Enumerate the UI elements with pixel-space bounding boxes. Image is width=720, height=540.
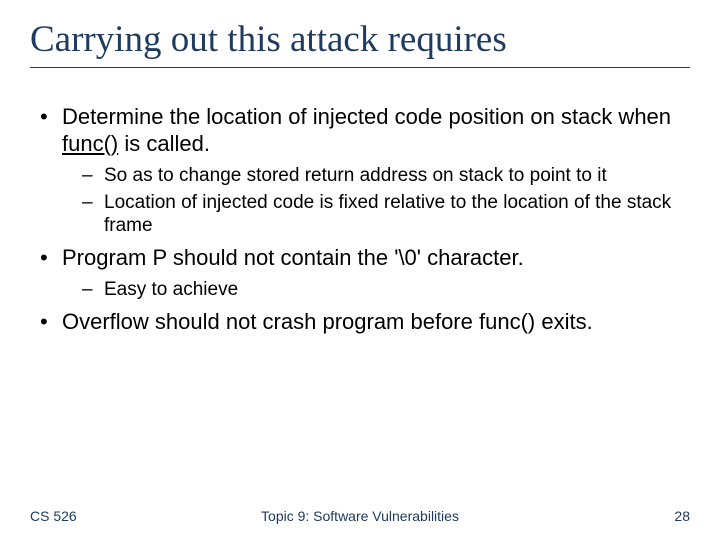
footer-left: CS 526 — [30, 508, 77, 524]
sub-list: So as to change stored return address on… — [62, 164, 690, 238]
bullet-item: Determine the location of injected code … — [34, 104, 690, 237]
bullet-text: Overflow should not crash program before… — [62, 309, 593, 334]
bullet-item: Overflow should not crash program before… — [34, 309, 690, 336]
slide-body: Determine the location of injected code … — [30, 104, 690, 336]
footer-right: 28 — [674, 508, 690, 524]
bullet-text: Determine the location of injected code … — [62, 104, 671, 156]
sub-list: Easy to achieve — [62, 278, 690, 301]
underlined-text: func() — [62, 131, 118, 156]
slide-title: Carrying out this attack requires — [30, 18, 690, 68]
slide-footer: CS 526 Topic 9: Software Vulnerabilities… — [0, 508, 720, 524]
footer-center: Topic 9: Software Vulnerabilities — [0, 508, 720, 524]
bullet-list: Determine the location of injected code … — [30, 104, 690, 336]
bullet-item: Program P should not contain the '\0' ch… — [34, 245, 690, 301]
sub-item: Location of injected code is fixed relat… — [82, 191, 690, 237]
sub-item: So as to change stored return address on… — [82, 164, 690, 187]
sub-item: Easy to achieve — [82, 278, 690, 301]
bullet-text: Program P should not contain the '\0' ch… — [62, 245, 524, 270]
